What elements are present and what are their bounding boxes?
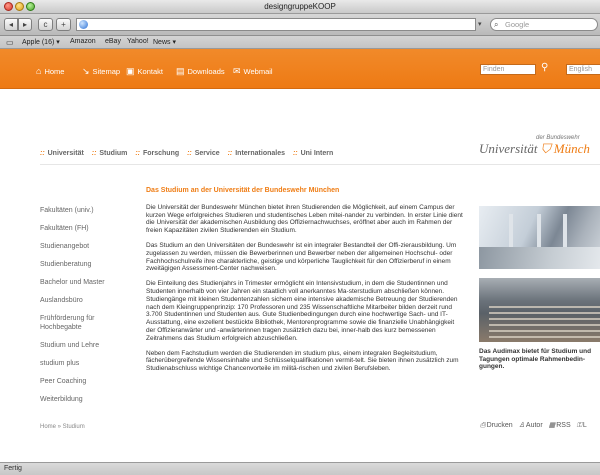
sidebar-item-fruehfoerderung[interactable]: Frühförderung für Hochbegabte: [40, 314, 130, 332]
web-search-input[interactable]: ⌕ Google: [490, 18, 598, 31]
page-title: Das Studium an der Universität der Bunde…: [146, 187, 340, 194]
status-text: Fertig: [4, 465, 22, 472]
sidebar-item-auslandsbuero[interactable]: Auslandsbüro: [40, 296, 130, 305]
status-bar: Fertig: [0, 462, 600, 475]
reload-button[interactable]: c: [38, 18, 53, 31]
bookmark-ebay[interactable]: eBay: [105, 38, 121, 45]
contact-card-icon: ▣: [126, 66, 135, 76]
photo-detail: [489, 330, 600, 332]
divider: [40, 164, 600, 165]
sidebar-item-studienberatung[interactable]: Studienberatung: [40, 260, 130, 269]
logo-emblem-icon: ⛉: [540, 141, 551, 156]
nav-kontakt[interactable]: ▣ Kontakt: [126, 66, 163, 77]
photo-detail: [489, 306, 600, 308]
footer-link-autor[interactable]: ♙Autor: [519, 422, 543, 429]
window-titlebar: designgruppeKOOP: [0, 0, 600, 14]
add-bookmark-button[interactable]: +: [56, 18, 71, 31]
main-content: Das Studium an der Universität der Bunde…: [146, 187, 464, 380]
printer-icon: ⎙: [480, 422, 486, 429]
nav-webmail-label: Webmail: [243, 67, 273, 76]
nav-home[interactable]: ⌂ Home: [36, 66, 64, 76]
photo-detail: [489, 318, 600, 320]
address-dropdown-icon[interactable]: ▾: [478, 18, 488, 31]
back-button[interactable]: ◂: [4, 18, 18, 31]
image-caption: Das Audimax bietet für Studium und Tagun…: [479, 348, 592, 370]
site-header: ⌂ Home ↘ Sitemap ▣ Kontakt ▤ Downloads ✉…: [0, 49, 600, 89]
sitemap-icon: ↘: [82, 66, 90, 76]
photo-detail: [489, 312, 600, 314]
house-icon: ⌂: [36, 66, 42, 76]
forward-button[interactable]: ▸: [18, 18, 32, 31]
site-search-input[interactable]: Finden: [480, 64, 536, 75]
campus-hallway-photo: [479, 206, 600, 269]
nav-webmail[interactable]: ✉ Webmail: [233, 66, 273, 77]
main-nav-universitaet[interactable]: :: Universität: [40, 150, 84, 157]
language-select[interactable]: English: [566, 64, 600, 75]
bookmark-amazon[interactable]: Amazon: [70, 38, 96, 45]
main-nav-service[interactable]: :: Service: [187, 150, 220, 157]
main-nav-forschung[interactable]: :: Forschung: [135, 150, 179, 157]
bookmarks-book-icon[interactable]: ▭: [6, 38, 14, 47]
browser-toolbar: ◂ ▸ c + ▾ ⌕ Google: [0, 14, 600, 36]
sidebar-item-studium-plus[interactable]: studium plus: [40, 359, 130, 368]
envelope-icon: ✉: [233, 66, 241, 76]
nav-sitemap-label: Sitemap: [92, 67, 121, 76]
sidebar-item-bachelor-master[interactable]: Bachelor und Master: [40, 278, 130, 287]
main-nav-uni-intern[interactable]: :: Uni Intern: [293, 150, 333, 157]
person-icon: ♙: [518, 422, 525, 429]
nav-downloads[interactable]: ▤ Downloads: [176, 66, 225, 77]
sidebar-item-studienangebot[interactable]: Studienangebot: [40, 242, 130, 251]
sidebar-item-studium-lehre[interactable]: Studium und Lehre: [40, 341, 130, 350]
university-logo[interactable]: Universität ⛉ Münch: [479, 141, 590, 157]
bookmarks-bar: ▭ Apple (16) ▾ Amazon eBay Yahoo! News ▾: [0, 36, 600, 49]
breadcrumb[interactable]: Home » Studium: [40, 424, 85, 430]
lock-icon: ⚿: [576, 422, 582, 429]
footer-link-drucken[interactable]: ⎙Drucken: [480, 422, 513, 429]
search-icon[interactable]: ⚲: [541, 62, 548, 73]
nav-kontakt-label: Kontakt: [137, 67, 163, 76]
content-paragraph: Die Einteilung des Studienjahrs in Trime…: [146, 280, 458, 342]
main-nav-internationales[interactable]: :: Internationales: [228, 150, 285, 157]
content-paragraph: Das Studium an den Universitäten der Bun…: [146, 241, 457, 273]
window-title: designgruppeKOOP: [264, 2, 336, 11]
nav-home-label: Home: [44, 66, 65, 76]
photo-detail: [479, 247, 600, 269]
bookmark-yahoo[interactable]: Yahoo!: [127, 38, 149, 45]
logo-main-text: Universität: [479, 141, 538, 156]
sidebar-item-peer-coaching[interactable]: Peer Coaching: [40, 377, 130, 386]
sidebar-nav: Fakultäten (univ.) Fakultäten (FH) Studi…: [40, 206, 130, 413]
sidebar-item-fakultaeten-univ[interactable]: Fakultäten (univ.): [40, 206, 130, 215]
document-icon: ▤: [176, 66, 185, 76]
nav-sitemap[interactable]: ↘ Sitemap: [82, 66, 120, 77]
search-icon: ⌕: [494, 20, 499, 29]
logo-suffix-text: Münch: [553, 141, 590, 156]
main-navigation: :: Universität :: Studium :: Forschung :…: [40, 150, 339, 157]
audimax-photo: [479, 278, 600, 342]
footer-link-l[interactable]: ⚿L: [577, 422, 587, 429]
bookmark-apple[interactable]: Apple (16) ▾: [22, 38, 60, 46]
sidebar-item-weiterbildung[interactable]: Weiterbildung: [40, 395, 130, 404]
content-paragraph: Die Universität der Bundeswehr München b…: [146, 203, 463, 235]
web-search-placeholder: Google: [505, 20, 530, 29]
photo-detail: [489, 324, 600, 326]
photo-detail: [489, 336, 600, 338]
footer-link-rss[interactable]: ▦RSS: [549, 422, 571, 429]
rss-icon: ▦: [548, 422, 556, 429]
footer-links: ⎙Drucken ♙Autor ▦RSS ⚿L: [480, 421, 591, 430]
address-bar[interactable]: [76, 18, 476, 31]
nav-downloads-label: Downloads: [187, 67, 225, 76]
sidebar-item-fakultaeten-fh[interactable]: Fakultäten (FH): [40, 224, 130, 233]
bookmark-news[interactable]: News ▾: [153, 38, 176, 46]
globe-icon: [79, 20, 88, 29]
content-paragraph: Neben dem Fachstudium werden die Studier…: [146, 349, 459, 373]
main-nav-studium[interactable]: :: Studium: [92, 150, 128, 157]
